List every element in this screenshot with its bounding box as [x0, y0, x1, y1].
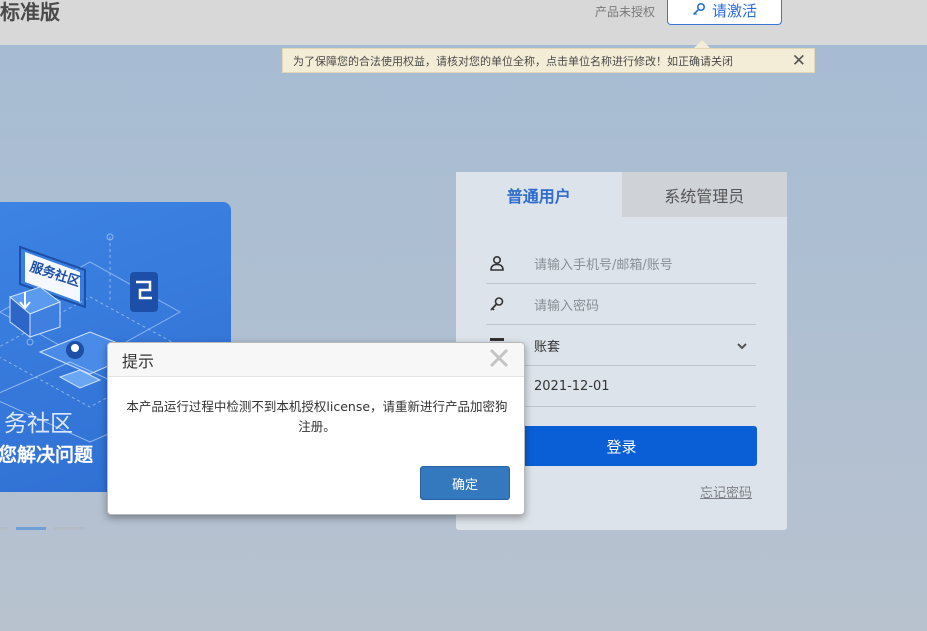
unlicensed-label: 产品未授权 [595, 5, 656, 19]
forgot-password-link[interactable]: 忘记密码 [700, 482, 752, 501]
username-input[interactable]: 请输入手机号/邮箱/账号 [534, 254, 673, 273]
tab-normal-user[interactable]: 普通用户 [456, 172, 622, 217]
password-field[interactable]: 请输入密码 [486, 284, 756, 325]
date-value[interactable]: 2021-12-01 [534, 379, 610, 394]
login-tabs: 普通用户 系统管理员 [456, 172, 787, 217]
ok-button[interactable]: 确定 [420, 466, 510, 500]
account-set-select[interactable]: 账套 [486, 325, 756, 366]
password-input[interactable]: 请输入密码 [534, 295, 599, 314]
username-field[interactable]: 请输入手机号/邮箱/账号 [486, 243, 756, 284]
carousel-dot[interactable] [0, 527, 8, 530]
activate-label: 请激活 [711, 2, 757, 20]
key-icon [486, 293, 508, 315]
close-icon[interactable] [488, 347, 510, 373]
notice-arrow [694, 40, 710, 48]
login-button[interactable]: 登录 [486, 426, 757, 466]
carousel-indicators [0, 527, 84, 530]
dialog-title: 提示 [122, 352, 155, 371]
key-icon [692, 2, 706, 20]
brand-title: 标准版 [0, 0, 60, 24]
account-set-label: 账套 [534, 339, 561, 355]
notice-close-icon[interactable]: ✕ [792, 51, 806, 71]
chevron-down-icon[interactable] [736, 337, 748, 356]
date-field[interactable]: 2021-12-01 [486, 366, 756, 407]
banner-title: 务社区 [4, 411, 73, 437]
banner-subtitle: 您解决问题 [0, 444, 94, 466]
top-header: 标准版 产品未授权 请激活 [0, 0, 927, 45]
tab-system-admin[interactable]: 系统管理员 [621, 172, 787, 217]
user-icon [486, 252, 508, 274]
activate-button[interactable]: 请激活 [667, 0, 782, 25]
page: 标准版 产品未授权 请激活 为了保障您的合法使用权益，请核对您的单位全称，点击单… [0, 0, 927, 631]
dialog-header: 提示 [108, 343, 524, 377]
dialog-message: 本产品运行过程中检测不到本机授权license，请重新进行产品加密狗注册。 [126, 399, 508, 434]
license-notice-bar: 为了保障您的合法使用权益，请核对您的单位全称，点击单位名称进行修改！如正确请关闭… [282, 48, 815, 73]
carousel-dot[interactable] [54, 527, 84, 530]
license-dialog: 提示 本产品运行过程中检测不到本机授权license，请重新进行产品加密狗注册。… [107, 342, 525, 515]
carousel-dot-active[interactable] [16, 527, 46, 530]
notice-text: 为了保障您的合法使用权益，请核对您的单位全称，点击单位名称进行修改！如正确请关闭 [293, 54, 733, 68]
